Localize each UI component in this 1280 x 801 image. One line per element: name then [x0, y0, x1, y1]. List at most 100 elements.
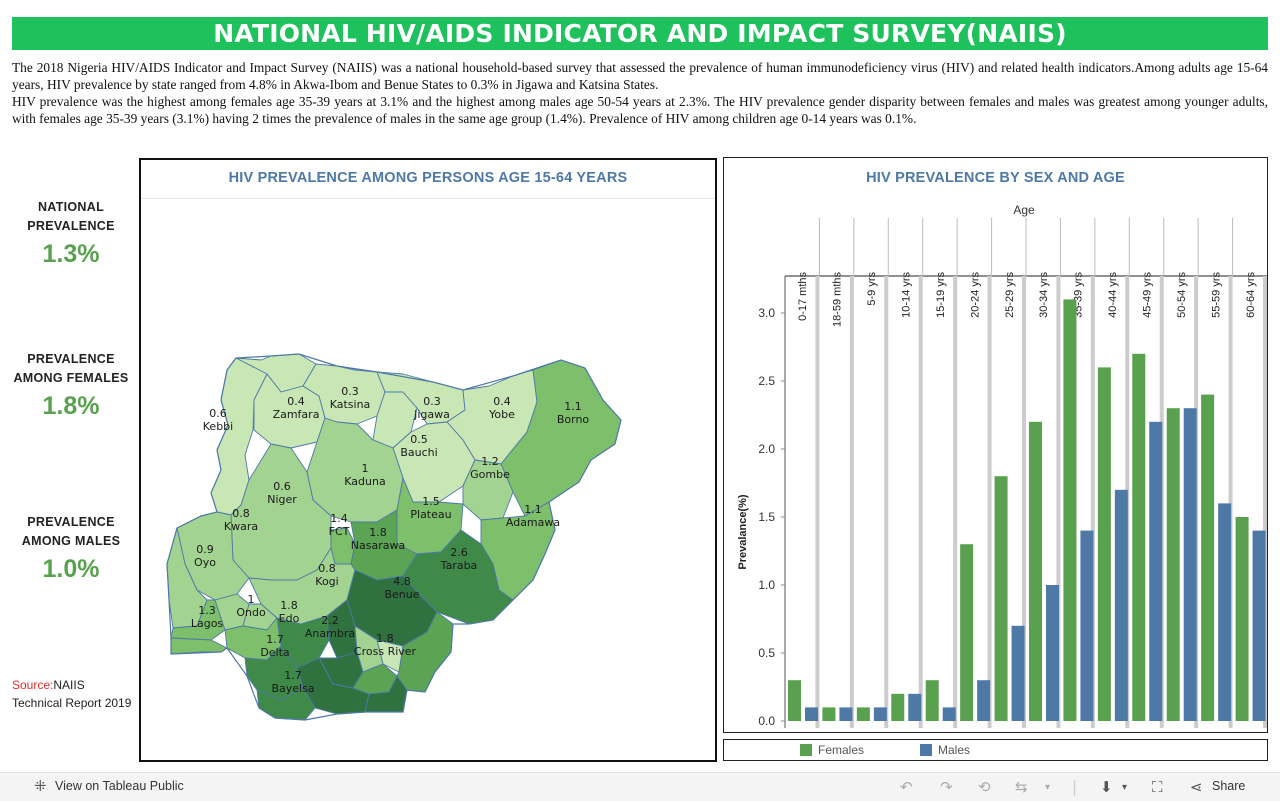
map-value-kwara: 0.8: [232, 507, 250, 520]
x-tick-label: 25-29 yrs: [1004, 272, 1016, 318]
bar-females[interactable]: [788, 680, 801, 721]
legend-item-females[interactable]: Females: [800, 743, 864, 757]
x-tick-label: 50-54 yrs: [1176, 272, 1188, 318]
column-separator: [987, 276, 992, 728]
kpi-national: NATIONAL PREVALENCE 1.3%: [10, 198, 132, 269]
intro-text: The 2018 Nigeria HIV/AIDS Indicator and …: [12, 59, 1268, 127]
bar-females[interactable]: [856, 707, 870, 721]
x-tick-label: 15-19 yrs: [935, 272, 947, 318]
bar-females[interactable]: [960, 544, 974, 721]
share-icon[interactable]: ⋖: [1190, 778, 1203, 796]
map-value-adamawa: 1.1: [524, 503, 542, 516]
map-label-zamfara: Zamfara: [273, 408, 320, 421]
bar-males[interactable]: [1011, 625, 1025, 721]
bar-males[interactable]: [908, 693, 922, 721]
bar-males[interactable]: [805, 707, 818, 721]
bar-females[interactable]: [1097, 367, 1111, 721]
map-panel: HIV PREVALENCE AMONG PERSONS AGE 15-64 Y…: [139, 158, 717, 762]
bar-males[interactable]: [1218, 503, 1232, 721]
map-value-fct: 1.4: [330, 512, 348, 525]
bar-males[interactable]: [839, 707, 853, 721]
kpi-national-label-1: NATIONAL: [37, 200, 105, 214]
column-separator: [815, 276, 820, 728]
map-label-edo: Edo: [279, 612, 300, 625]
chart-column-header: Age: [1013, 203, 1035, 217]
source-note: Source:NAIIS Technical Report 2019: [12, 676, 132, 712]
map-label-niger: Niger: [267, 493, 297, 506]
bar-males[interactable]: [942, 707, 956, 721]
kpi-males: PREVALENCE AMONG MALES 1.0%: [10, 513, 132, 584]
bar-females[interactable]: [822, 707, 836, 721]
map-label-kwara: Kwara: [224, 520, 258, 533]
legend-swatch-males: [920, 744, 932, 756]
x-tick-label: 60-64 yrs: [1245, 272, 1257, 318]
map-label-kebbi: Kebbi: [203, 420, 233, 433]
nigeria-map[interactable]: 0.6Kebbi0.4Zamfara0.3Katsina 0.3Jigawa0.4…: [141, 160, 715, 760]
map-value-gombe: 1.2: [481, 455, 499, 468]
bar-males[interactable]: [1252, 530, 1266, 721]
map-value-ondo: 1: [248, 593, 255, 606]
y-tick-label: 0.5: [758, 646, 775, 660]
bar-females[interactable]: [1235, 517, 1249, 721]
refresh-dropdown-icon[interactable]: ▾: [1045, 782, 1050, 793]
revert-icon[interactable]: ⟲: [978, 778, 991, 796]
undo-icon[interactable]: ↶: [900, 778, 913, 796]
intro-paragraph-1: The 2018 Nigeria HIV/AIDS Indicator and …: [12, 60, 1268, 92]
map-label-kaduna: Kaduna: [344, 475, 385, 488]
redo-icon[interactable]: ↷: [940, 778, 953, 796]
bar-females[interactable]: [891, 693, 905, 721]
map-value-lagos: 1.3: [198, 604, 216, 617]
y-axis-title: Prevalance(%): [737, 494, 749, 570]
map-label-yobe: Yobe: [488, 408, 515, 421]
refresh-icon[interactable]: ⇆: [1015, 778, 1028, 796]
bar-females[interactable]: [1063, 299, 1077, 721]
bar-females[interactable]: [1166, 408, 1180, 721]
share-button[interactable]: Share: [1212, 779, 1245, 793]
map-value-anambra: 2.2: [321, 614, 339, 627]
bar-males[interactable]: [1080, 530, 1094, 721]
bar-females[interactable]: [925, 680, 939, 721]
kpi-national-label-2: PREVALENCE: [27, 219, 115, 233]
legend-label-females: Females: [818, 743, 865, 757]
column-separator: [849, 276, 854, 728]
map-label-taraba: Taraba: [440, 559, 478, 572]
bar-females[interactable]: [994, 476, 1008, 721]
kpi-females-label-1: PREVALENCE: [27, 352, 115, 366]
bar-males[interactable]: [873, 707, 887, 721]
bar-males[interactable]: [1046, 585, 1059, 721]
x-tick-label: 10-14 yrs: [901, 272, 913, 318]
kpi-males-label-2: AMONG MALES: [21, 534, 121, 548]
y-tick-label: 3.0: [758, 306, 775, 320]
x-tick-label: 30-34 yrs: [1038, 272, 1050, 318]
map-label-cross-river: Cross River: [354, 645, 417, 658]
chart-legend: Females Males: [723, 739, 1268, 761]
map-value-bayelsa: 1.7: [284, 669, 302, 682]
map-label-bauchi: Bauchi: [400, 446, 437, 459]
y-tick-label: 1.5: [758, 510, 775, 524]
bar-males[interactable]: [1149, 421, 1163, 721]
tableau-logo-icon[interactable]: ⁜: [34, 777, 47, 795]
bar-males[interactable]: [977, 680, 991, 721]
fullscreen-icon[interactable]: ⛶: [1152, 778, 1163, 796]
y-tick-label: 2.5: [758, 374, 775, 388]
map-value-edo: 1.8: [280, 599, 298, 612]
chart-panel: HIV PREVALENCE BY SEX AND AGE Age 0-17 mt…: [723, 157, 1268, 733]
map-value-nasarawa: 1.8: [369, 526, 387, 539]
bar-males[interactable]: [1183, 408, 1197, 721]
download-dropdown-icon[interactable]: ▾: [1122, 782, 1127, 793]
bar-females[interactable]: [1132, 353, 1146, 721]
kpi-national-value: 1.3%: [42, 240, 100, 268]
view-on-tableau-link[interactable]: View on Tableau Public: [55, 779, 184, 793]
bar-chart[interactable]: Age 0-17 mths 18-59 mths 5-9 yrs 10-14 yrs 15…: [724, 158, 1267, 732]
bar-females[interactable]: [1201, 394, 1215, 721]
map-label-bayelsa: Bayelsa: [271, 682, 314, 695]
map-label-borno: Borno: [557, 413, 590, 426]
bar-males[interactable]: [1114, 489, 1128, 721]
kpi-females: PREVALENCE AMONG FEMALES 1.8%: [10, 350, 132, 421]
download-icon[interactable]: ⬇: [1100, 778, 1113, 796]
map-value-borno: 1.1: [564, 400, 582, 413]
bar-females[interactable]: [1029, 421, 1042, 721]
legend-item-males[interactable]: Males: [920, 743, 970, 757]
map-value-kebbi: 0.6: [209, 407, 227, 420]
map-value-kogi: 0.8: [318, 562, 336, 575]
